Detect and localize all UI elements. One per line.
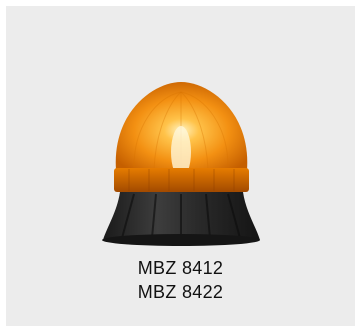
amber-beacon-light-icon <box>102 82 260 246</box>
product-card: MBZ 8412 MBZ 8422 <box>6 6 355 326</box>
model-number-1: MBZ 8412 <box>137 258 224 278</box>
model-number-2: MBZ 8422 <box>137 282 224 302</box>
